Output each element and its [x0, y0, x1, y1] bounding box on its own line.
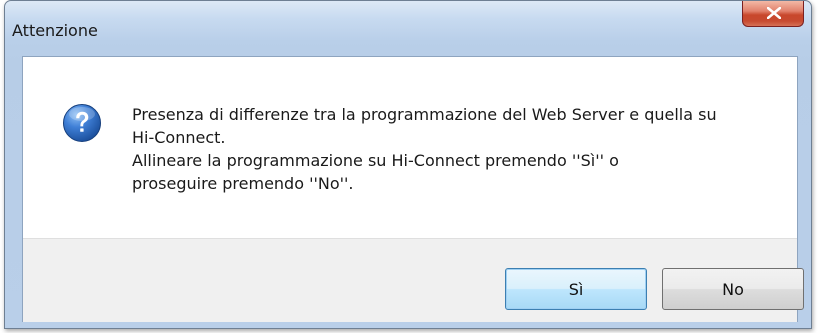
message-dialog: Attenzione Presenza di differenze tra la… [4, 0, 812, 329]
yes-button-label: Sì [568, 279, 584, 299]
dialog-content: Presenza di differenze tra la programmaz… [22, 56, 804, 322]
message-line: Allineare la programmazione su Hi-Connec… [132, 151, 619, 170]
window-title: Attenzione [12, 21, 98, 40]
message-line: Hi-Connect. [132, 128, 226, 147]
no-button-label: No [722, 279, 744, 299]
close-button[interactable] [742, 1, 804, 27]
close-icon [767, 7, 781, 19]
yes-button[interactable]: Sì [505, 268, 647, 310]
no-button[interactable]: No [662, 268, 804, 310]
message-line: proseguire premendo ''No''. [132, 174, 354, 193]
dialog-message: Presenza di differenze tra la programmaz… [132, 103, 772, 195]
question-icon [63, 104, 101, 142]
message-line: Presenza di differenze tra la programmaz… [132, 105, 717, 124]
